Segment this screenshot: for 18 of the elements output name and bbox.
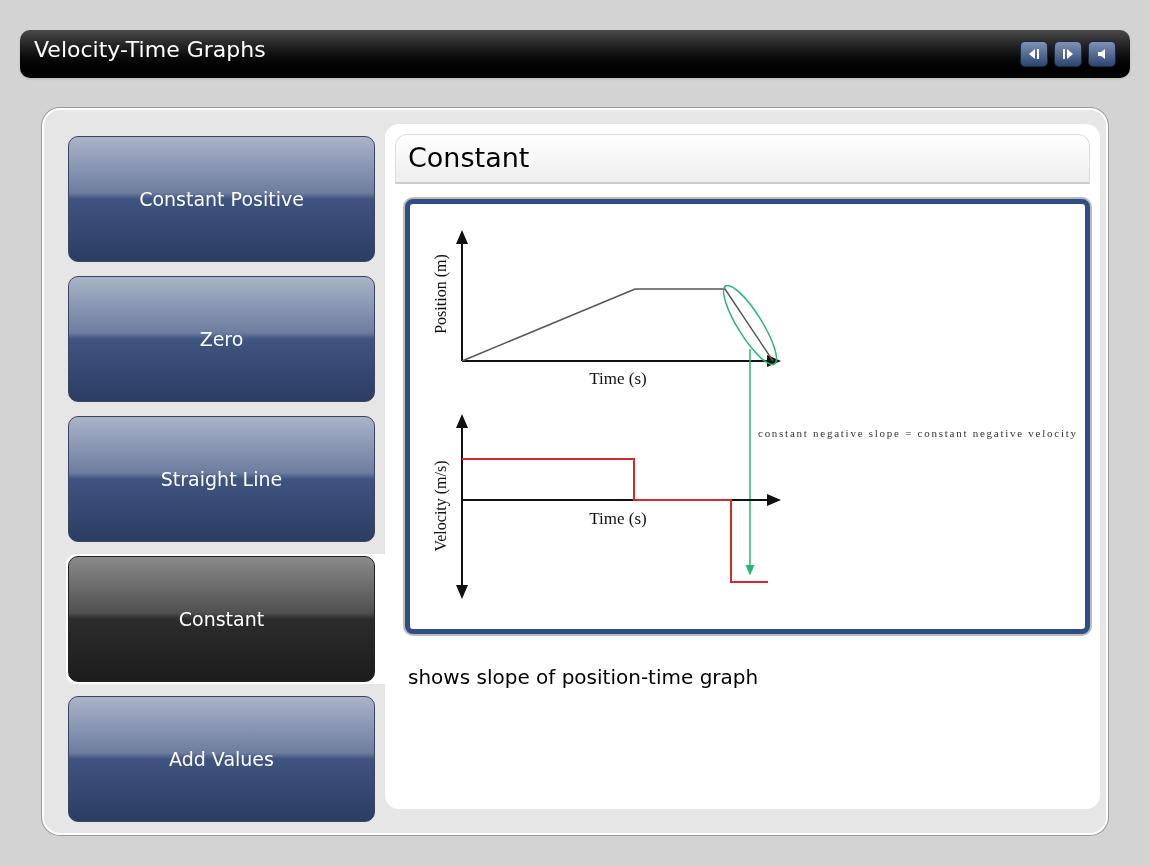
menu-button[interactable]: Zero [68,276,375,402]
description: shows slope of position-time graph [408,664,760,691]
menu-button[interactable]: Add Values [68,696,375,822]
axis-label: Position (m) [432,254,449,334]
axis-label: Time (s) [589,509,647,528]
forward-button[interactable] [1054,41,1082,67]
menu-button[interactable]: Constant Positive [68,136,375,262]
back-button[interactable] [1020,41,1048,67]
content-title: Constant [408,141,530,176]
menu-button[interactable]: Constant [68,556,375,682]
annotation: constant negative slope = constant negative velocity [758,427,1076,439]
sound-button[interactable] [1088,41,1116,67]
menu-button[interactable]: Straight Line [68,416,375,542]
axis-label: Time (s) [589,369,647,388]
axis-label: Velocity (m/s) [432,460,449,552]
window-title: Velocity-Time Graphs [34,35,266,64]
next-icon [1061,47,1075,61]
previous-icon [1027,47,1041,61]
